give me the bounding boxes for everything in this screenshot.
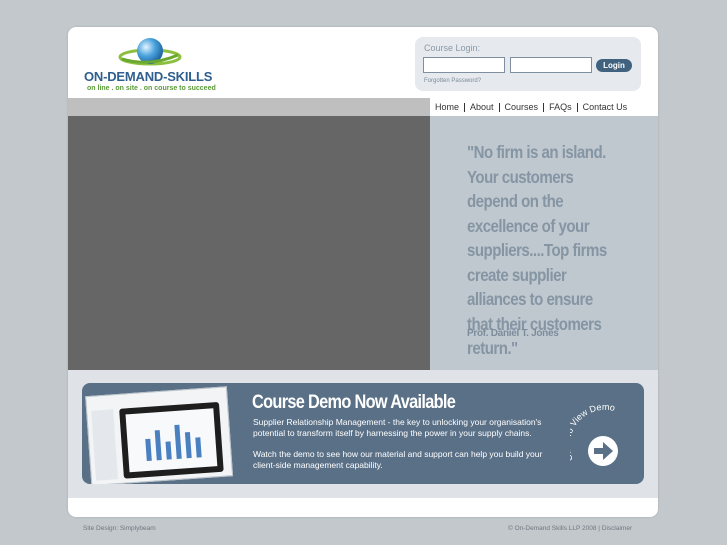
quote-panel: "No firm is an island. Your customers de…	[430, 116, 658, 370]
screenshot-page	[85, 386, 234, 484]
forgot-password-link[interactable]: Forgotten Password?	[424, 78, 481, 84]
username-input[interactable]	[423, 57, 505, 73]
login-panel: Course Login: Login Forgotten Password?	[415, 37, 641, 91]
page-container: ON-DEMAND-SKILLS on line . on site . on …	[68, 27, 658, 517]
main-nav: Home About Courses FAQs Contact Us	[430, 98, 658, 116]
nav-courses[interactable]: Courses	[500, 102, 544, 112]
logo-tagline: on line . on site . on course to succeed	[87, 85, 216, 92]
footer-copyright[interactable]: © On-Demand Skills LLP 2008 | Disclaimer	[508, 525, 632, 532]
nav-contact[interactable]: Contact Us	[578, 102, 633, 112]
footer-credit[interactable]: Site Design: Simplybeam	[83, 525, 156, 532]
nav-home[interactable]: Home	[430, 102, 464, 112]
logo-name: ON-DEMAND-SKILLS	[84, 69, 213, 84]
quote-author: Prof. Daniel T. Jones	[467, 328, 559, 339]
demo-screenshot	[85, 383, 237, 484]
screenshot-bar	[174, 424, 182, 459]
demo-description-2: Watch the demo to see how our material a…	[253, 449, 543, 470]
screenshot-sidebar	[91, 409, 119, 481]
screenshot-monitor	[119, 401, 224, 479]
demo-description: Supplier Relationship Management - the k…	[253, 417, 542, 438]
nav-faqs[interactable]: FAQs	[544, 102, 577, 112]
screenshot-bar	[195, 437, 202, 458]
password-input[interactable]	[510, 57, 592, 73]
login-title: Course Login:	[424, 43, 481, 53]
screenshot-bar	[165, 441, 172, 460]
screenshot-bar	[145, 438, 152, 462]
screenshot-screen	[125, 408, 218, 473]
nav-about[interactable]: About	[465, 102, 499, 112]
screenshot-bar	[154, 430, 162, 461]
screenshot-bar	[184, 431, 192, 459]
view-demo-button[interactable]: Click To View Demo	[570, 405, 640, 475]
login-button[interactable]: Login	[596, 59, 632, 72]
demo-banner[interactable]: Course Demo Now Available Supplier Relat…	[82, 383, 644, 484]
hero-image	[68, 116, 430, 370]
globe-logo-icon	[118, 38, 182, 66]
demo-title: Course Demo Now Available	[252, 392, 456, 413]
logo[interactable]: ON-DEMAND-SKILLS on line . on site . on …	[84, 37, 234, 97]
